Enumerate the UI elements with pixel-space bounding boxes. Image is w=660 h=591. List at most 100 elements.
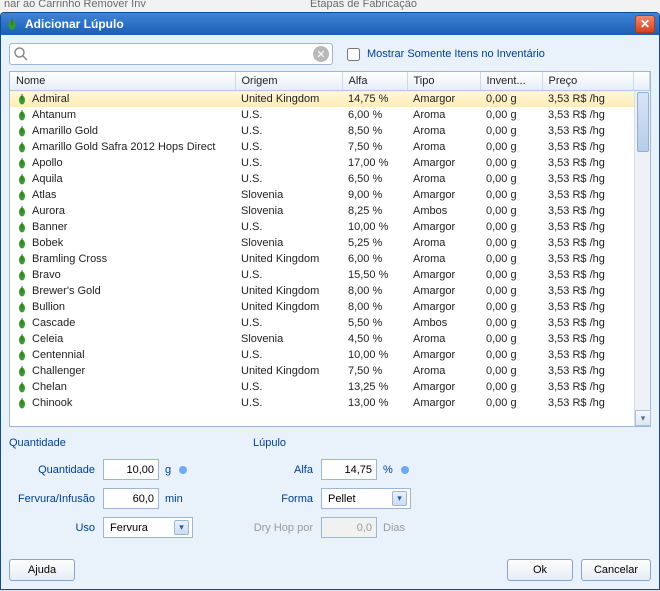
cell-alfa: 9,00 %: [342, 187, 407, 203]
cell-tipo: Aroma: [407, 235, 480, 251]
hop-icon: [16, 317, 28, 329]
cell-nome: Bullion: [32, 301, 65, 313]
form-select[interactable]: Pellet ▾: [321, 488, 411, 509]
qty-label: Quantidade: [9, 464, 95, 476]
table-header-row: Nome Origem Alfa Tipo Invent... Preço: [10, 72, 650, 91]
col-nome[interactable]: Nome: [10, 72, 235, 91]
inventory-only-checkbox[interactable]: Mostrar Somente Itens no Inventário: [343, 45, 545, 64]
cell-alfa: 7,50 %: [342, 139, 407, 155]
table-row[interactable]: ChelanU.S.13,25 %Amargor0,00 g3,53 R$ /h…: [10, 379, 650, 395]
cell-invent: 0,00 g: [480, 251, 542, 267]
cell-alfa: 10,00 %: [342, 347, 407, 363]
hop-icon: [16, 333, 28, 345]
hop-icon: [16, 253, 28, 265]
table-row[interactable]: BullionUnited Kingdom8,00 %Amargor0,00 g…: [10, 299, 650, 315]
table-row[interactable]: Amarillo GoldU.S.8,50 %Aroma0,00 g3,53 R…: [10, 123, 650, 139]
cell-alfa: 15,50 %: [342, 267, 407, 283]
scrollbar-thumb[interactable]: [637, 92, 649, 152]
cell-invent: 0,00 g: [480, 139, 542, 155]
table-row[interactable]: AtlasSlovenia9,00 %Amargor0,00 g3,53 R$ …: [10, 187, 650, 203]
clear-search-icon[interactable]: ✕: [313, 46, 329, 62]
cell-tipo: Aroma: [407, 331, 480, 347]
qty-input[interactable]: [103, 459, 159, 480]
hop-icon: [16, 397, 28, 409]
table-row[interactable]: CentennialU.S.10,00 %Amargor0,00 g3,53 R…: [10, 347, 650, 363]
cell-alfa: 5,25 %: [342, 235, 407, 251]
cell-tipo: Aroma: [407, 171, 480, 187]
cell-nome: Amarillo Gold: [32, 125, 98, 137]
cell-invent: 0,00 g: [480, 379, 542, 395]
hop-icon: [16, 349, 28, 361]
table-row[interactable]: BobekSlovenia5,25 %Aroma0,00 g3,53 R$ /h…: [10, 235, 650, 251]
cell-alfa: 8,50 %: [342, 123, 407, 139]
table-row[interactable]: CascadeU.S.5,50 %Ambos0,00 g3,53 R$ /hg: [10, 315, 650, 331]
cell-nome: Bramling Cross: [32, 253, 107, 265]
cell-preco: 3,53 R$ /hg: [542, 171, 634, 187]
table-row[interactable]: AhtanumU.S.6,00 %Aroma0,00 g3,53 R$ /hg: [10, 107, 650, 123]
cell-tipo: Amargor: [407, 395, 480, 411]
table-row[interactable]: CeleiaSlovenia4,50 %Aroma0,00 g3,53 R$ /…: [10, 331, 650, 347]
cell-origem: United Kingdom: [235, 283, 342, 299]
vertical-scrollbar[interactable]: ▾: [634, 92, 650, 426]
table-row[interactable]: ChallengerUnited Kingdom7,50 %Aroma0,00 …: [10, 363, 650, 379]
dot-icon[interactable]: [401, 466, 409, 474]
hop-icon: [16, 269, 28, 281]
col-tipo[interactable]: Tipo: [407, 72, 480, 91]
hop-icon: [16, 365, 28, 377]
hop-icon: [16, 109, 28, 121]
col-invent[interactable]: Invent...: [480, 72, 542, 91]
cell-invent: 0,00 g: [480, 283, 542, 299]
dot-icon[interactable]: [179, 466, 187, 474]
search-icon: [13, 46, 29, 67]
cell-tipo: Amargor: [407, 283, 480, 299]
inventory-only-label: Mostrar Somente Itens no Inventário: [367, 48, 545, 60]
col-origem[interactable]: Origem: [235, 72, 342, 91]
cell-alfa: 8,25 %: [342, 203, 407, 219]
help-button[interactable]: Ajuda: [9, 559, 75, 581]
boil-input[interactable]: [103, 488, 159, 509]
table-row[interactable]: BannerU.S.10,00 %Amargor0,00 g3,53 R$ /h…: [10, 219, 650, 235]
cell-preco: 3,53 R$ /hg: [542, 91, 634, 108]
search-input[interactable]: [9, 43, 333, 65]
cell-nome: Bobek: [32, 237, 63, 249]
hop-icon: [16, 189, 28, 201]
hop-icon: [16, 93, 28, 105]
cell-nome: Banner: [32, 221, 67, 233]
hop-icon: [16, 173, 28, 185]
table-row[interactable]: BravoU.S.15,50 %Amargor0,00 g3,53 R$ /hg: [10, 267, 650, 283]
table-row[interactable]: AuroraSlovenia8,25 %Ambos0,00 g3,53 R$ /…: [10, 203, 650, 219]
cell-preco: 3,53 R$ /hg: [542, 395, 634, 411]
cell-nome: Celeia: [32, 333, 63, 345]
table-row[interactable]: Brewer's GoldUnited Kingdom8,00 %Amargor…: [10, 283, 650, 299]
ok-button[interactable]: Ok: [507, 559, 573, 581]
cell-preco: 3,53 R$ /hg: [542, 283, 634, 299]
table-row[interactable]: ChinookU.S.13,00 %Amargor0,00 g3,53 R$ /…: [10, 395, 650, 411]
table-row[interactable]: Amarillo Gold Safra 2012 Hops DirectU.S.…: [10, 139, 650, 155]
cell-invent: 0,00 g: [480, 267, 542, 283]
cancel-button[interactable]: Cancelar: [581, 559, 651, 581]
cell-origem: U.S.: [235, 123, 342, 139]
alpha-input[interactable]: [321, 459, 377, 480]
cell-nome: Centennial: [32, 349, 85, 361]
use-select[interactable]: Fervura ▾: [103, 517, 193, 538]
col-preco[interactable]: Preço: [542, 72, 634, 91]
cell-nome: Cascade: [32, 317, 75, 329]
cell-nome: Bravo: [32, 269, 61, 281]
table-row[interactable]: ApolloU.S.17,00 %Amargor0,00 g3,53 R$ /h…: [10, 155, 650, 171]
dryhop-label: Dry Hop por: [253, 522, 313, 534]
table-row[interactable]: AquilaU.S.6,50 %Aroma0,00 g3,53 R$ /hg: [10, 171, 650, 187]
cell-tipo: Amargor: [407, 267, 480, 283]
hop-table: Nome Origem Alfa Tipo Invent... Preço Ad…: [9, 71, 651, 427]
cell-invent: 0,00 g: [480, 219, 542, 235]
table-row[interactable]: AdmiralUnited Kingdom14,75 %Amargor0,00 …: [10, 91, 650, 108]
cell-nome: Brewer's Gold: [32, 285, 101, 297]
dryhop-input: [321, 517, 377, 538]
scroll-down-arrow[interactable]: ▾: [635, 410, 651, 426]
cell-tipo: Amargor: [407, 219, 480, 235]
table-row[interactable]: Bramling CrossUnited Kingdom6,00 %Aroma0…: [10, 251, 650, 267]
close-button[interactable]: ✕: [635, 15, 655, 33]
cell-preco: 3,53 R$ /hg: [542, 299, 634, 315]
cell-alfa: 5,50 %: [342, 315, 407, 331]
chevron-down-icon: ▾: [174, 520, 189, 535]
col-alfa[interactable]: Alfa: [342, 72, 407, 91]
